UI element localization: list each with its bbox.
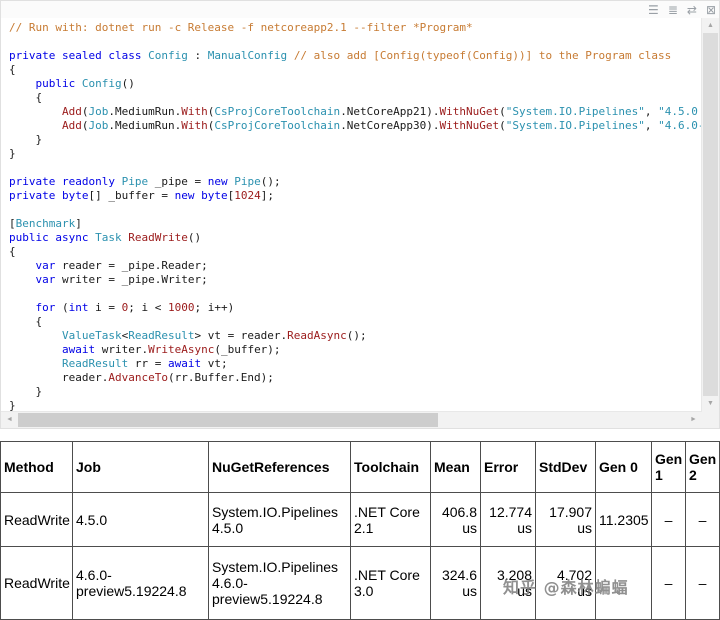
- code-line: var reader = _pipe.Reader;: [35, 259, 208, 272]
- code-line: public Config(): [35, 77, 135, 90]
- col-header-job: Job: [72, 441, 209, 493]
- snippet-toolbar: ☰ ≣ ⇄ ⊠: [1, 1, 719, 18]
- scroll-right-arrow-icon[interactable]: ►: [685, 412, 702, 428]
- code-line: [Benchmark]: [9, 217, 82, 230]
- scroll-down-arrow-icon[interactable]: ▼: [702, 396, 719, 411]
- col-header-nugetreferences: NuGetReferences: [208, 441, 351, 493]
- cell-stddev: 17.907 us: [535, 492, 596, 547]
- col-header-error: Error: [480, 441, 536, 493]
- swap-arrows-icon[interactable]: ⇄: [687, 4, 697, 16]
- code-line: ReadResult rr = await vt;: [61, 357, 228, 370]
- cell-gen0: 11.2305: [595, 492, 652, 547]
- code-line: }: [9, 133, 43, 146]
- cell-gen2: –: [685, 492, 720, 547]
- table-row: ReadWrite 4.5.0 System.IO.Pipelines 4.5.…: [0, 492, 720, 547]
- col-header-gen0: Gen 0: [595, 441, 652, 493]
- horizontal-scroll-track[interactable]: [18, 412, 685, 428]
- horizontal-scroll-thumb[interactable]: [18, 413, 438, 427]
- cell-toolchain: .NET Core 2.1: [350, 492, 431, 547]
- code-line: }: [9, 147, 16, 160]
- code-line: await writer.WriteAsync(_buffer);: [61, 343, 281, 356]
- col-header-method: Method: [0, 441, 73, 493]
- code-line: Add(Job.MediumRun.With(CsProjCoreToolcha…: [61, 105, 698, 118]
- col-header-stddev: StdDev: [535, 441, 596, 493]
- cell-mean: 324.6 us: [430, 546, 481, 620]
- scrollbar-corner: [702, 411, 719, 428]
- cell-job: 4.6.0-preview5.19224.8: [72, 546, 209, 620]
- code-line: private sealed class Config : ManualConf…: [9, 49, 672, 62]
- code-line: }: [9, 399, 16, 411]
- cell-toolchain: .NET Core 3.0: [350, 546, 431, 620]
- horizontal-scrollbar[interactable]: ◄ ►: [1, 411, 702, 428]
- cell-method: ReadWrite: [0, 492, 73, 547]
- cell-error: 12.774 us: [480, 492, 536, 547]
- col-header-toolchain: Toolchain: [350, 441, 431, 493]
- scroll-up-arrow-icon[interactable]: ▲: [702, 18, 719, 33]
- code-line: private byte[] _buffer = new byte[1024];: [9, 189, 274, 202]
- cell-gen2: –: [685, 546, 720, 620]
- code-line: {: [9, 245, 16, 258]
- cell-gen1: –: [651, 492, 686, 547]
- col-header-gen1: Gen 1: [651, 441, 686, 493]
- scroll-left-arrow-icon[interactable]: ◄: [1, 412, 18, 428]
- cell-gen1: –: [651, 546, 686, 620]
- code-editor: // Run with: dotnet run -c Release -f ne…: [1, 18, 702, 411]
- close-icon[interactable]: ⊠: [706, 4, 716, 16]
- code-snippet-panel: ☰ ≣ ⇄ ⊠ // Run with: dotnet run -c Relea…: [0, 0, 720, 429]
- code-line: {: [9, 91, 43, 104]
- col-header-mean: Mean: [430, 441, 481, 493]
- code-line: }: [9, 385, 43, 398]
- cell-nugetreferences: System.IO.Pipelines 4.5.0: [208, 492, 351, 547]
- code-line: public async Task ReadWrite(): [9, 231, 202, 244]
- code-line: for (int i = 0; i < 1000; i++): [35, 301, 235, 314]
- table-header-row: Method Job NuGetReferences Toolchain Mea…: [0, 441, 720, 493]
- cell-job: 4.5.0: [72, 492, 209, 547]
- cell-nugetreferences: System.IO.Pipelines 4.6.0-preview5.19224…: [208, 546, 351, 620]
- code-line: {: [9, 315, 43, 328]
- list-icon[interactable]: ≣: [668, 4, 678, 16]
- code-line: Add(Job.MediumRun.With(CsProjCoreToolcha…: [61, 119, 702, 132]
- col-header-gen2: Gen 2: [685, 441, 720, 493]
- code-line: ValueTask<ReadResult> vt = reader.ReadAs…: [61, 329, 367, 342]
- code-line: reader.AdvanceTo(rr.Buffer.End);: [9, 371, 274, 384]
- zhihu-watermark: 知乎 @森林蝙蝠: [503, 578, 629, 597]
- code-line: // Run with: dotnet run -c Release -f ne…: [9, 21, 473, 34]
- cell-method: ReadWrite: [0, 546, 73, 620]
- code-line: {: [9, 63, 16, 76]
- code-line: private readonly Pipe _pipe = new Pipe()…: [9, 175, 281, 188]
- cell-mean: 406.8 us: [430, 492, 481, 547]
- code-line: var writer = _pipe.Writer;: [35, 273, 208, 286]
- vertical-scrollbar[interactable]: ▲ ▼: [701, 18, 719, 411]
- vertical-scroll-thumb[interactable]: [703, 33, 718, 396]
- menu-icon[interactable]: ☰: [648, 4, 659, 16]
